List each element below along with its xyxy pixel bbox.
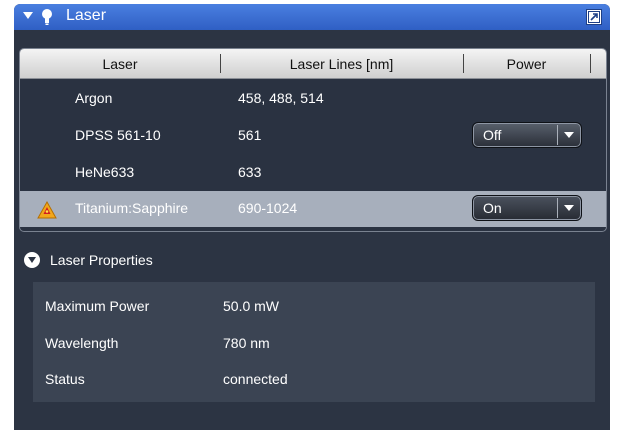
property-label: Wavelength [45, 335, 119, 351]
dropdown-divider [557, 125, 558, 145]
table-row[interactable]: DPSS 561-10 561 Off [20, 118, 606, 154]
table-row[interactable]: Argon 458, 488, 514 [20, 81, 606, 117]
column-header-laser[interactable]: Laser [20, 56, 220, 72]
power-dropdown[interactable]: On [472, 195, 582, 221]
laser-bulb-icon [42, 9, 52, 25]
column-divider[interactable] [590, 54, 591, 73]
laser-name: HeNe633 [75, 164, 135, 180]
property-value: 780 nm [223, 335, 270, 351]
collapse-chevron-down-icon[interactable] [24, 252, 40, 268]
laser-warning-icon [37, 201, 57, 219]
undock-arrow-icon [588, 11, 600, 23]
laser-panel: Laser Laser Laser Lines [nm] Power Argon… [14, 4, 610, 430]
laser-name: Titanium:Sapphire [75, 200, 189, 216]
column-header-power[interactable]: Power [463, 56, 590, 72]
laser-lines: 458, 488, 514 [238, 90, 324, 106]
power-dropdown[interactable]: Off [472, 122, 582, 148]
chevron-down-icon[interactable] [564, 132, 574, 138]
laser-lines: 633 [238, 164, 262, 180]
power-dropdown-value: Off [483, 127, 502, 143]
undock-icon[interactable] [586, 9, 602, 25]
laser-properties-title: Laser Properties [50, 252, 153, 268]
chevron-down-icon[interactable] [564, 205, 574, 211]
laser-properties-box: Maximum Power 50.0 mW Wavelength 780 nm … [33, 282, 595, 402]
collapse-chevron-down-icon[interactable] [23, 12, 33, 19]
laser-name: DPSS 561-10 [75, 127, 161, 143]
table-row-selected[interactable]: Titanium:Sapphire 690-1024 On [20, 191, 606, 227]
panel-titlebar[interactable]: Laser [14, 4, 610, 30]
property-value: 50.0 mW [223, 298, 280, 314]
property-label: Status [45, 371, 85, 387]
property-label: Maximum Power [45, 298, 150, 314]
dropdown-divider [557, 198, 558, 218]
table-row[interactable]: HeNe633 633 [20, 155, 606, 191]
laser-table: Laser Laser Lines [nm] Power Argon 458, … [19, 48, 607, 232]
laser-name: Argon [75, 90, 113, 106]
property-value: connected [223, 371, 288, 387]
column-header-laser-lines[interactable]: Laser Lines [nm] [220, 56, 463, 72]
power-dropdown-value: On [483, 200, 502, 216]
panel-title: Laser [66, 7, 107, 24]
laser-lines: 690-1024 [238, 200, 298, 216]
table-header: Laser Laser Lines [nm] Power [20, 49, 606, 79]
laser-lines: 561 [238, 127, 262, 143]
